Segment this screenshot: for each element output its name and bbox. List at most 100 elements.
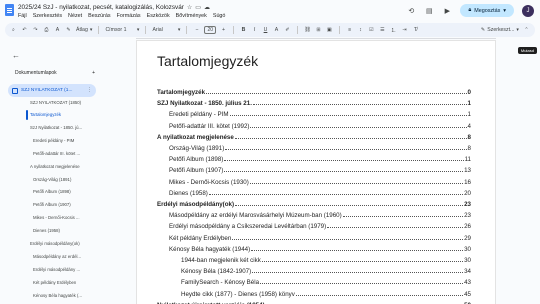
font-select[interactable]: Arial ▾ [152,27,180,33]
outline-item[interactable]: Erdélyi másodpéldány ... [33,267,113,272]
outline-item[interactable]: Petőfi-adattár III. kötet ... [33,151,113,156]
star-icon[interactable]: ☆ [187,4,192,11]
share-button[interactable]: 🔒︎ Megosztás ▾ [460,4,514,17]
menu-help[interactable]: Súgó [213,13,226,19]
toc-entry[interactable]: Két példány Erdélyben 29 [157,235,471,243]
decrease-font-icon[interactable]: − [193,27,200,33]
toc-entry-title[interactable]: Tartalomjegyzék [157,89,205,96]
indent-icon[interactable]: ⇥ [401,27,408,33]
menu-edit[interactable]: Szerkesztés [33,13,62,19]
toc-entry-title[interactable]: A nyilatkozat megjelenése [157,134,234,141]
toc-entry[interactable]: Eredeti példány - PIM 1 [157,111,471,119]
history-icon[interactable]: ⟲ [406,7,416,15]
italic-icon[interactable]: I [251,27,258,33]
outline-item[interactable]: Erdélyi másodpéldány(ok) [30,241,110,246]
highlight-icon[interactable]: ✐ [284,27,291,33]
outline-item[interactable]: Kénosy Béla hagyaték (... [33,293,113,298]
outline-item[interactable]: SzJ Nyilatkozat - 1850. jú... [30,125,110,130]
outline-item[interactable]: Eredeti példány - PIM [33,138,113,143]
toc-entry[interactable]: Kénosy Béla hagyaték (1944) 30 [157,246,471,254]
checklist-icon[interactable]: ☑ [368,27,375,33]
menu-format[interactable]: Formázás [117,13,141,19]
image-icon[interactable]: ▣ [326,27,333,33]
font-size-input[interactable]: 20 [204,26,216,34]
toc-entry-title[interactable]: Petőfi-adattár III. kötet (1992) [169,123,249,130]
toc-entry-title[interactable]: Petőfi Album (1907) [169,167,223,174]
increase-font-icon[interactable]: + [220,27,227,33]
toc-entry-title[interactable]: FamilySearch - Kénosy Béla [181,279,259,286]
outline-item[interactable]: Mikes - Dernői-Kocsis ... [33,215,113,220]
meet-icon[interactable]: ▶ [442,7,452,15]
comment-icon[interactable]: ⊞ [315,27,322,33]
toc-entry-title[interactable]: SZJ Nyilatkozat - 1850. július 21. [157,100,252,107]
ruler[interactable] [136,38,496,39]
underline-icon[interactable]: U [262,27,269,33]
toc-entry-title[interactable]: Eredeti példány - PIM [169,111,229,118]
toc-entry[interactable]: Petőfi Album (1898) 11 [157,156,471,164]
toc-entry-title[interactable]: Kénosy Béla hagyaték (1944) [169,246,250,253]
toc-entry-title[interactable]: Erdélyi másodpéldány(ok) [157,201,234,208]
menu-view[interactable]: Nézet [68,13,82,19]
toc-entry-title[interactable]: Kénosy Béla (1842-1907) [181,268,251,275]
back-arrow-icon[interactable]: ← [12,51,20,60]
print-icon[interactable]: ⎙ [43,27,50,34]
toc-entry[interactable]: FamilySearch - Kénosy Béla 43 [157,279,471,287]
paint-format-icon[interactable]: ✎ [65,27,72,33]
outline-item[interactable]: A nyilatkozat megjelenése [30,164,110,169]
menu-file[interactable]: Fájl [18,13,27,19]
menu-tools[interactable]: Eszközök [147,13,170,19]
toc-entry[interactable]: Erdélyi másodpéldány a Csíkszeredai Levé… [157,223,471,231]
toc-entry[interactable]: Mikes - Dernői-Kocsis (1930) 16 [157,179,471,187]
align-icon[interactable]: ≡ [346,27,353,33]
outline-item-active[interactable]: Tartalomjegyzék [30,112,110,117]
outline-item[interactable]: Ország-Világ (1891) [33,177,113,182]
toc-entry[interactable]: Tartalomjegyzék 0 [157,89,471,97]
outline-item[interactable]: SZJ NYILATKOZAT (1850) [30,100,110,105]
toc-entry[interactable]: Ország-Világ (1891) 8 [157,145,471,153]
document-page[interactable]: Tartalomjegyzék Tartalomjegyzék 0 SZJ Nyil… [136,40,496,304]
text-color-icon[interactable]: A [273,27,280,33]
bold-icon[interactable]: B [240,27,247,33]
tab-active[interactable]: SZJ NYILATKOZAT (1... ⋮ [8,84,96,97]
toc-entry-title[interactable]: 1944-ban megjelenik két cikk [181,257,261,264]
toc-entry[interactable]: A nyilatkozat megjelenése 8 [157,134,471,142]
outline-item[interactable]: Dienes (1958) [33,228,113,233]
toc-entry[interactable]: Petőfi Album (1907) 13 [157,167,471,175]
style-select[interactable]: Címsor 1 ▾ [105,27,139,33]
toc-entry[interactable]: SZJ Nyilatkozat - 1850. július 21. 1 [157,100,471,108]
floating-badge[interactable]: Mutasd [517,47,537,54]
outline-item[interactable]: Petőfi Album (1907) [33,202,113,207]
link-icon[interactable]: ⛓ [304,27,311,33]
toc-entry-title[interactable]: Petőfi Album (1898) [169,156,223,163]
toc-entry[interactable]: Másodpéldány az erdélyi Marosvásárhelyi … [157,212,471,220]
toc-entry[interactable]: Petőfi-adattár III. kötet (1992) 4 [157,123,471,131]
toc-entry[interactable]: Dienes (1958) 20 [157,190,471,198]
undo-icon[interactable]: ↶ [21,27,28,33]
clear-format-icon[interactable]: T̸ [412,27,419,33]
redo-icon[interactable]: ↷ [32,27,39,33]
more-vert-icon[interactable]: ⋮ [87,88,92,93]
toc-entry[interactable]: Kénosy Béla (1842-1907) 34 [157,268,471,276]
chevron-up-icon[interactable]: ⌃ [523,27,530,33]
toc-entry[interactable]: Erdélyi másodpéldány(ok) 23 [157,201,471,209]
cloud-saved-icon[interactable]: ☁ [204,4,210,11]
toc-entry-title[interactable]: Másodpéldány az erdélyi Marosvásárhelyi … [169,212,342,219]
search-menus-icon[interactable]: ⌕ [10,27,17,34]
menu-insert[interactable]: Beszúrás [88,13,110,19]
spellcheck-icon[interactable]: A [54,27,61,33]
outline-item[interactable]: Két példány Erdélyben [33,280,113,285]
outline-item[interactable]: Petőfi Album (1898) [33,189,113,194]
toc-entry-title[interactable]: Két példány Erdélyben [169,235,231,242]
add-tab-button[interactable]: + [92,70,95,76]
line-spacing-icon[interactable]: ↕ [357,27,364,33]
toc-entry-title[interactable]: Ország-Világ (1891) [169,145,224,152]
bullet-list-icon[interactable]: ☰ [379,27,386,33]
docs-logo-icon[interactable] [5,4,14,16]
toc-entry-title[interactable]: Dienes (1958) [169,190,208,197]
menu-extensions[interactable]: Bővítmények [176,13,207,19]
comments-icon[interactable]: ▤ [424,7,434,15]
editing-mode-select[interactable]: ✎ Szerkeszt... ▾ [481,27,519,33]
toc-entry-title[interactable]: Heydte cikk (1877) - Dienes (1958) könyv [181,291,295,298]
document-title[interactable]: 2025/24 SzJ - nyilatkozat, pecsét, katal… [18,4,184,11]
page-title[interactable]: Tartalomjegyzék [157,53,258,69]
